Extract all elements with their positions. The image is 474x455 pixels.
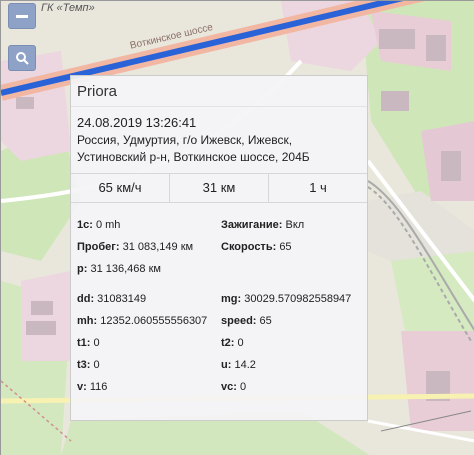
param-value: 0 mh (95, 219, 121, 231)
param-value: 0 (93, 337, 100, 349)
param-key: v: (77, 381, 87, 393)
param-value: 116 (89, 381, 108, 393)
param-row: mh: 12352.060555556307 speed: 65 (77, 315, 365, 337)
popup-datetime: 24.08.2019 13:26:41 (77, 115, 197, 130)
map-canvas[interactable]: ГК «Темп» Воткинское шоссе Priora 24.08.… (0, 0, 474, 455)
popup-params: 1c: 0 mh Зажигание: Вкл Пробег: 31 083,1… (77, 219, 365, 403)
popup-stats: 65 км/ч 31 км 1 ч (71, 173, 367, 203)
param-value: 30029.570982558947 (244, 293, 352, 305)
param-value: 0 (237, 337, 244, 349)
param-value: 12352.060555556307 (100, 315, 208, 327)
param-value: 31 136,468 км (90, 263, 161, 275)
param-key: dd: (77, 293, 95, 305)
param-key: t1: (77, 337, 91, 349)
search-button[interactable] (8, 45, 36, 71)
param-key: t2: (221, 337, 235, 349)
param-key: t3: (77, 359, 91, 371)
popup-address: Россия, Удмуртия, г/о Ижевск, Ижевск, Ус… (77, 133, 310, 164)
param-key: mg: (221, 293, 242, 305)
param-row: t3: 0 u: 14.2 (77, 359, 365, 381)
param-key: Скорость: (221, 241, 277, 253)
param-key: mh: (77, 315, 98, 327)
param-row: p: 31 136,468 км (77, 263, 365, 285)
stat-speed: 65 км/ч (71, 174, 170, 202)
param-value: 65 (279, 241, 292, 253)
place-label: ГК «Темп» (41, 2, 95, 14)
popup-title: Priora (71, 76, 367, 107)
param-row: t1: 0 t2: 0 (77, 337, 365, 359)
param-value: 31 083,149 км (122, 241, 194, 253)
search-icon (16, 52, 29, 65)
param-value: 31083149 (97, 293, 147, 305)
param-row: 1c: 0 mh Зажигание: Вкл (77, 219, 365, 241)
param-key: speed: (221, 315, 257, 327)
vehicle-popup: Priora 24.08.2019 13:26:41 Россия, Удмур… (70, 75, 368, 421)
param-key: Зажигание: (221, 219, 283, 231)
param-value: 0 (239, 381, 247, 393)
param-value: 0 (93, 359, 100, 371)
stat-duration: 1 ч (309, 180, 327, 195)
param-key: p: (77, 263, 88, 275)
param-row: v: 116 vc: 0 (77, 381, 365, 403)
stat-distance: 31 км (170, 174, 269, 202)
param-row: dd: 31083149 mg: 30029.570982558947 (77, 293, 365, 315)
param-key: Пробег: (77, 241, 120, 253)
param-key: u: (221, 359, 232, 371)
param-value: 65 (259, 315, 272, 327)
param-value: Вкл (285, 219, 305, 231)
param-value: 14.2 (234, 359, 256, 371)
param-key: 1c: (77, 219, 93, 231)
zoom-out-button[interactable] (8, 3, 36, 29)
minus-icon (16, 14, 28, 18)
param-key: vc: (221, 381, 237, 393)
param-row: Пробег: 31 083,149 км Скорость: 65 (77, 241, 365, 263)
